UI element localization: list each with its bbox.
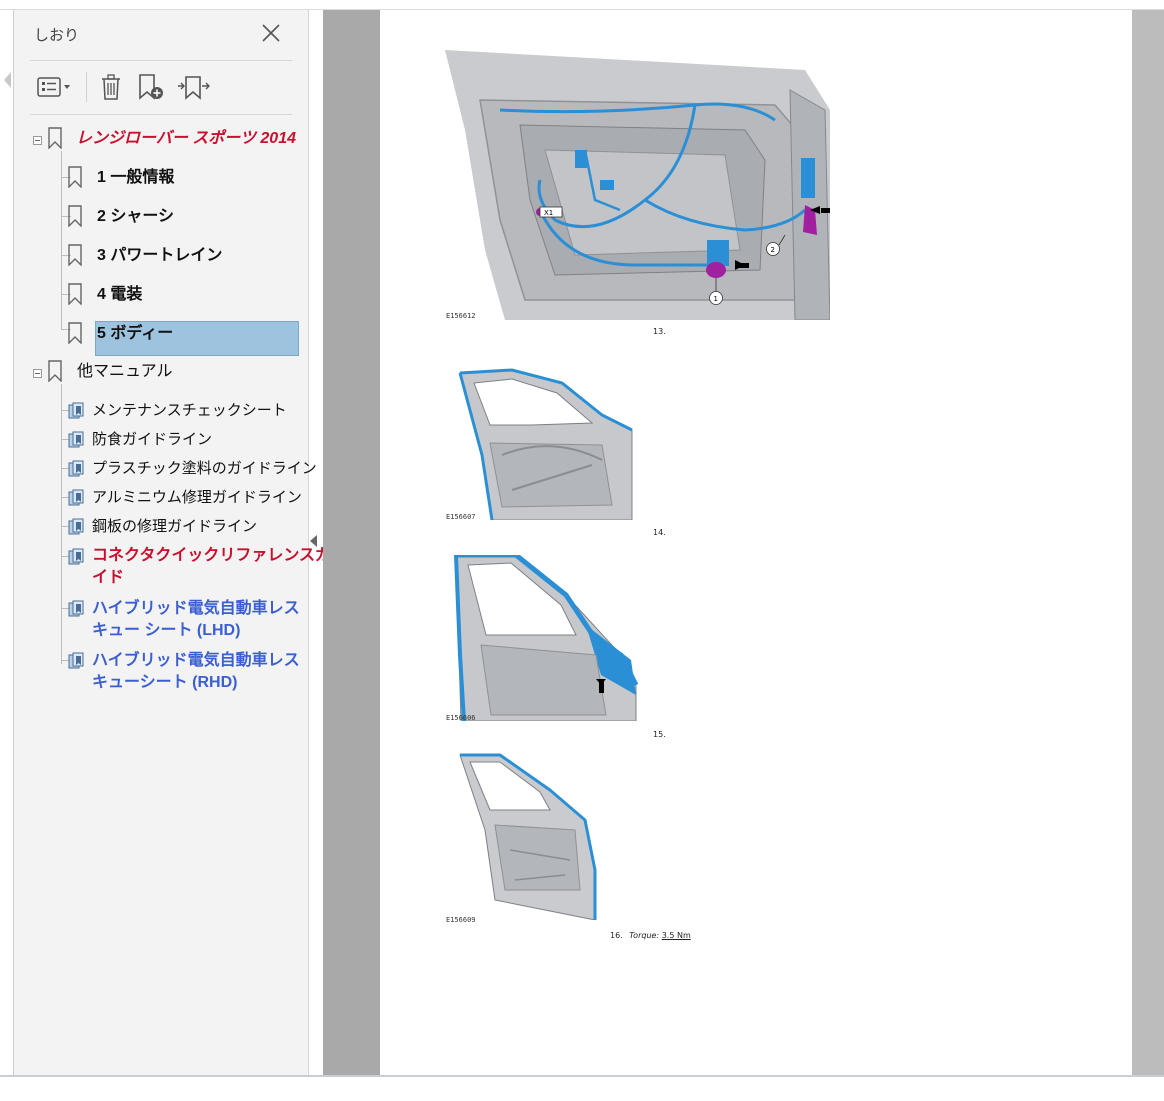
doc-item-3[interactable]: プラスチック塗料のガイドライン bbox=[92, 458, 317, 480]
bookmark-icon bbox=[68, 166, 82, 188]
callout-x1: X1 bbox=[544, 209, 553, 217]
doc-item-6-line1[interactable]: コネクタクイックリファレンスガ bbox=[92, 545, 331, 567]
bookmark-root[interactable]: レンジローバー スポーツ 2014 bbox=[76, 128, 296, 150]
doc-item-7-line2[interactable]: キュー シート (LHD) bbox=[92, 620, 240, 642]
torque-value-link[interactable]: 3.5 Nm bbox=[662, 931, 691, 940]
step-number: 14. bbox=[653, 528, 666, 537]
bookmark-chapter-2[interactable]: 2 シャーシ bbox=[97, 206, 174, 228]
document-page: X1 1 2 E156612 13. E156607 14. E156606 1… bbox=[380, 10, 1132, 1075]
panel-pointer-icon bbox=[4, 72, 11, 88]
step-number: 16. bbox=[610, 931, 623, 940]
bookmark-other-manuals[interactable]: 他マニュアル bbox=[77, 361, 173, 383]
figure-code: E156606 bbox=[446, 714, 476, 722]
step-number: 13. bbox=[653, 327, 666, 336]
document-bookmark-icon bbox=[68, 431, 84, 448]
delete-bookmark-icon[interactable] bbox=[98, 72, 124, 102]
bookmark-icon bbox=[68, 205, 82, 227]
document-bookmark-icon bbox=[68, 518, 84, 535]
document-bookmark-icon bbox=[68, 600, 84, 617]
next-page-edge bbox=[1132, 10, 1164, 1075]
expand-bookmark-icon[interactable] bbox=[176, 72, 212, 102]
bookmark-icon bbox=[68, 244, 82, 266]
figure-code: E156609 bbox=[446, 916, 476, 924]
doc-item-8-line2[interactable]: キューシート (RHD) bbox=[92, 672, 237, 694]
new-bookmark-icon[interactable] bbox=[136, 72, 168, 102]
collapse-toggle[interactable] bbox=[33, 136, 42, 145]
figure-door-seal bbox=[458, 368, 633, 520]
collapse-panel-icon[interactable] bbox=[310, 535, 317, 547]
bookmark-icon bbox=[48, 127, 62, 149]
bookmark-chapter-1[interactable]: 1 一般情報 bbox=[97, 167, 174, 189]
figure-door-frame bbox=[454, 555, 638, 721]
document-bookmark-icon bbox=[68, 548, 84, 565]
callout-1: 1 bbox=[714, 295, 718, 303]
bookmark-chapter-3[interactable]: 3 パワートレイン bbox=[97, 245, 222, 267]
close-icon[interactable] bbox=[260, 22, 282, 44]
bookmark-icon bbox=[68, 283, 82, 305]
bookmark-icon bbox=[48, 360, 62, 382]
document-bookmark-icon bbox=[68, 402, 84, 419]
bookmarks-panel: しおり レンジローバー スポーツ 2014 1 一般情報 2 シャーシ 3 パワ… bbox=[14, 10, 331, 1075]
panel-title: しおり bbox=[34, 26, 80, 44]
doc-item-7-line1[interactable]: ハイブリッド電気自動車レス bbox=[92, 598, 300, 620]
doc-item-6-line2[interactable]: イド bbox=[92, 567, 124, 589]
torque-label: Torque: bbox=[629, 931, 660, 940]
doc-item-5[interactable]: 鋼板の修理ガイドライン bbox=[92, 516, 257, 538]
callout-2: 2 bbox=[771, 246, 775, 254]
figure-door-harness: X1 1 2 bbox=[445, 50, 830, 320]
figure-code: E156612 bbox=[446, 312, 476, 320]
figure-code: E156607 bbox=[446, 513, 476, 521]
options-menu-icon[interactable] bbox=[36, 72, 74, 102]
doc-item-1[interactable]: メンテナンスチェックシート bbox=[92, 400, 287, 422]
figure-door-outline bbox=[459, 753, 597, 920]
document-bookmark-icon bbox=[68, 489, 84, 506]
doc-item-8-line1[interactable]: ハイブリッド電気自動車レス bbox=[92, 650, 300, 672]
bookmark-icon bbox=[68, 322, 82, 344]
torque-line: 16. Torque: 3.5 Nm bbox=[610, 931, 691, 940]
step-number: 15. bbox=[653, 730, 666, 739]
collapse-toggle[interactable] bbox=[33, 369, 42, 378]
document-bookmark-icon bbox=[68, 652, 84, 669]
bookmark-chapter-5[interactable]: 5 ボディー bbox=[97, 323, 173, 345]
doc-item-4[interactable]: アルミニウム修理ガイドライン bbox=[92, 487, 302, 509]
bookmark-chapter-4[interactable]: 4 電装 bbox=[97, 284, 142, 306]
doc-item-2[interactable]: 防食ガイドライン bbox=[92, 429, 212, 451]
document-bookmark-icon bbox=[68, 460, 84, 477]
